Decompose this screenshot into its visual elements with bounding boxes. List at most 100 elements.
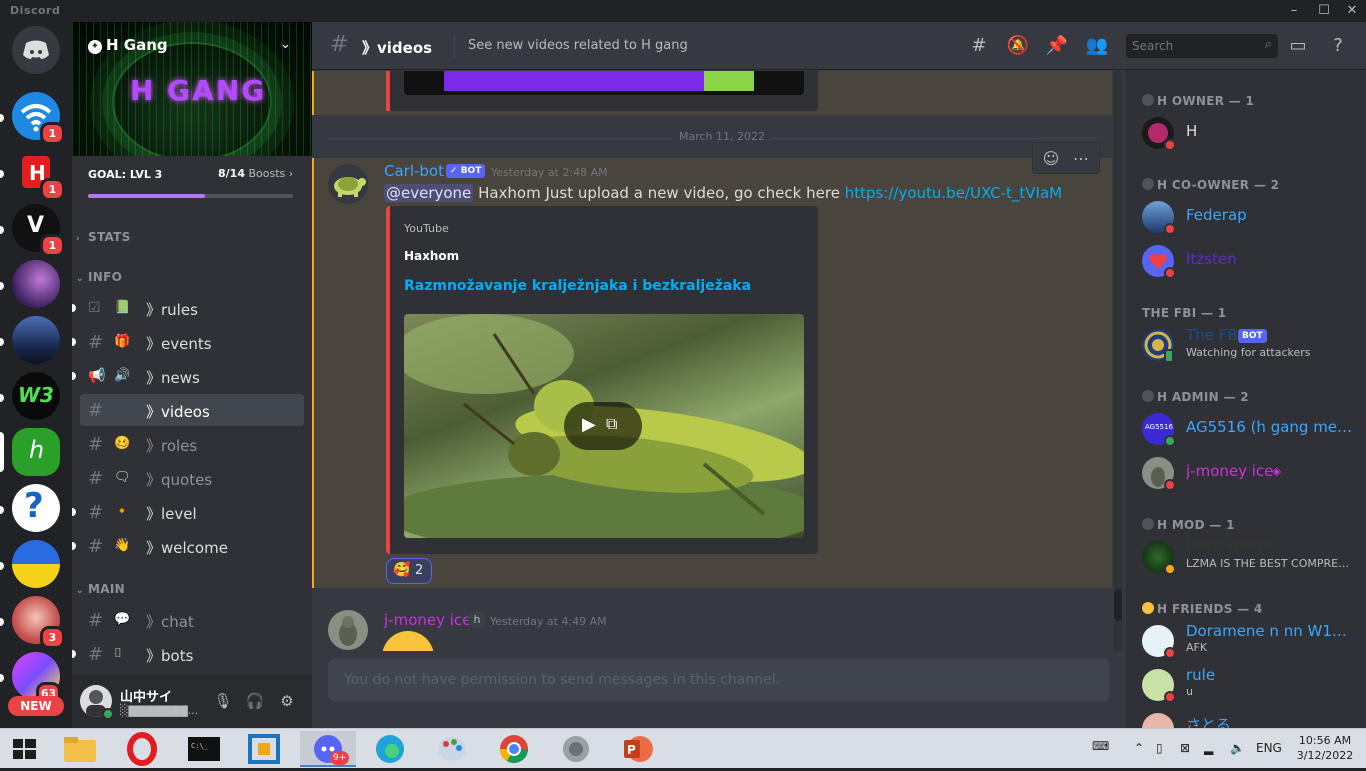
member-deep-freeze[interactable]: Deep Freeze LZMA IS THE BEST COMPRESSION [1134, 536, 1358, 578]
taskbar-opera[interactable] [114, 731, 170, 767]
new-badge[interactable]: NEW [8, 696, 64, 716]
volume-icon[interactable]: 🔈 [1230, 741, 1245, 755]
taskbar-file-explorer[interactable] [52, 731, 108, 767]
server-name-header[interactable]: ✦ H Gang [88, 36, 168, 54]
role-group-header: THE FBI — 1 [1142, 306, 1226, 320]
pin-icon[interactable]: 📌 [1045, 34, 1069, 58]
taskbar-edge[interactable] [362, 731, 418, 767]
show-hidden-icons-chevron-icon[interactable]: ⌃ [1134, 741, 1144, 755]
message-link[interactable]: https://youtu.be/UXC-t_tVIaM [845, 184, 1062, 202]
taskbar-paint[interactable] [424, 731, 480, 767]
video-thumbnail[interactable]: ▶ ⧉ [404, 314, 804, 538]
more-options-icon[interactable]: ⋯ [1069, 147, 1093, 171]
start-button[interactable] [0, 731, 50, 767]
unread-badge: 1 [40, 234, 65, 257]
boost-count-word: Boosts [248, 167, 286, 180]
channel-rules[interactable]: ☑ 📗 》rules [72, 292, 304, 324]
member-list-icon[interactable]: 👥 [1085, 34, 1109, 58]
headphones-icon[interactable]: 🎧 [244, 690, 266, 712]
channel-welcome[interactable]: # 👋 》welcome [72, 530, 304, 562]
role-group-header: H ADMIN — 2 [1142, 390, 1249, 404]
reaction-button[interactable]: 🥰 2 [386, 558, 432, 584]
keyboard-icon[interactable]: ⌨ [1092, 739, 1109, 753]
nitro-boost-icon: ◈ [1272, 464, 1282, 478]
boost-count[interactable]: 8/14 Boosts › [218, 167, 293, 180]
minimize-button[interactable]: – [1282, 2, 1306, 20]
category-stats[interactable]: › STATS [76, 230, 131, 244]
chevron-down-icon: ⌄ [76, 274, 84, 284]
previous-embed-thumbnail[interactable] [404, 71, 804, 95]
settings-gear-icon[interactable]: ⚙ [276, 690, 298, 712]
taskbar-discord[interactable]: 9+ [300, 731, 356, 767]
play-button[interactable]: ▶ ⧉ [564, 402, 642, 450]
device-icon[interactable]: ▯ [1156, 741, 1163, 755]
scrollbar-thumb[interactable] [1114, 589, 1122, 621]
hash-icon: # [88, 434, 104, 455]
member-rule[interactable]: rule u [1134, 664, 1358, 706]
taskbar-terminal[interactable]: C:\_ [176, 731, 232, 767]
member-satoru[interactable]: さとる [1134, 708, 1358, 728]
member-the-fbi[interactable]: The FBI BOT Watching for attackers [1134, 324, 1358, 366]
channel-emoji: 💬 [114, 612, 131, 627]
inbox-icon[interactable]: ▭ [1286, 34, 1310, 58]
server-galaxy[interactable] [12, 260, 60, 308]
taskbar-virtualbox[interactable] [236, 731, 292, 767]
language-indicator[interactable]: ENG [1256, 741, 1282, 755]
server-landscape[interactable] [12, 316, 60, 364]
search-input[interactable]: Search ⌕ [1126, 34, 1278, 58]
embed-author[interactable]: Haxhom [404, 249, 459, 263]
channel-videos[interactable]: # 》videos [80, 394, 304, 426]
member-doramene[interactable]: Doramene n nn W11 User AFK [1134, 620, 1358, 662]
category-info[interactable]: ⌄ INFO [76, 270, 122, 284]
help-icon[interactable]: ? [1326, 34, 1350, 58]
chevron-down-icon[interactable]: ⌄ [280, 37, 291, 52]
role-group-title: H CO-OWNER — 2 [1157, 178, 1280, 192]
home-button[interactable] [12, 26, 60, 74]
message-author[interactable]: j-money ice [384, 611, 471, 629]
channel-roles[interactable]: # 🥴 》roles [80, 428, 304, 460]
channel-quotes[interactable]: # 🗨 》quotes [80, 462, 304, 494]
member-jmoney-ice[interactable]: j-money ice ◈ [1134, 452, 1358, 494]
jmoney-avatar[interactable] [328, 610, 368, 650]
server-w3[interactable]: W3 [12, 372, 60, 420]
server-ukraine[interactable] [12, 540, 60, 588]
channel-events[interactable]: # 🎁 》events [72, 326, 304, 358]
taskbar-speaker-app[interactable] [548, 731, 604, 767]
server-question[interactable]: ? [12, 484, 60, 532]
channel-news[interactable]: 📢 🔊 》news [72, 360, 304, 392]
member-h[interactable]: H [1134, 112, 1358, 154]
channel-bots[interactable]: # ⌷ 》bots [72, 638, 304, 670]
close-button[interactable]: ✕ [1340, 2, 1364, 20]
user-status: ░▇▇▇▇▇▇▇... [120, 704, 199, 717]
message-timestamp: Yesterday at 2:48 AM [491, 166, 608, 179]
maximize-button[interactable]: ☐ [1312, 2, 1336, 20]
wifi-signal-icon[interactable]: ▂ [1204, 741, 1213, 755]
member-federap[interactable]: Federap [1134, 196, 1358, 238]
notification-bell-muted-icon[interactable]: 🔕 [1006, 34, 1030, 58]
category-main[interactable]: ⌄ MAIN [76, 582, 125, 596]
everyone-mention[interactable]: @everyone [384, 184, 474, 202]
channel-header: # 》videos See new videos related to H ga… [312, 22, 1366, 70]
message-author[interactable]: Carl-bot [384, 162, 444, 180]
taskbar-chrome[interactable] [486, 731, 542, 767]
network-error-icon[interactable]: ⊠ [1180, 741, 1190, 755]
member-itzsten[interactable]: Itzsten [1134, 240, 1358, 282]
boost-goal-label[interactable]: GOAL: LVL 3 [88, 168, 162, 181]
channel-level[interactable]: # 🔸 》level [72, 496, 304, 528]
embed-provider[interactable]: YouTube [404, 222, 449, 235]
member-ag5516[interactable]: AG5516 AG5516 (h gang member) [1134, 408, 1358, 450]
channel-topic[interactable]: See new videos related to H gang [468, 38, 688, 53]
system-clock[interactable]: 10:56 AM 3/12/2022 [1290, 733, 1360, 763]
server-h-gang[interactable]: h [12, 428, 60, 476]
threads-icon[interactable]: # [967, 34, 991, 58]
message-scrollbar[interactable] [1114, 71, 1122, 651]
carlbot-avatar[interactable] [328, 164, 368, 204]
mute-icon[interactable]: 🎙 [212, 690, 234, 712]
title-bar: Discord – ☐ ✕ [0, 0, 1366, 22]
add-reaction-icon[interactable]: ☺ [1039, 147, 1063, 171]
role-icon [1142, 178, 1154, 190]
channel-chat[interactable]: # 💬 》chat [80, 604, 304, 636]
hash-icon: # [88, 400, 104, 421]
taskbar-powerpoint[interactable]: P [610, 731, 666, 767]
embed-title[interactable]: Razmnožavanje kralježnjaka i bezkralježa… [404, 278, 751, 294]
